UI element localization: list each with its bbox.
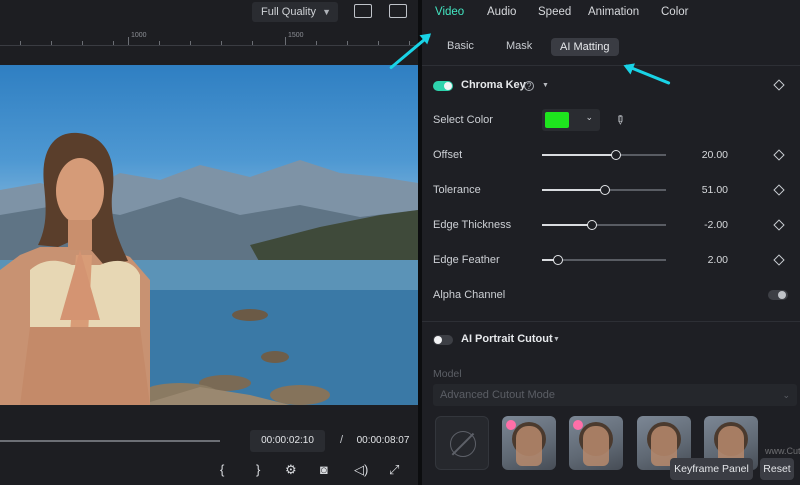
premium-badge-icon	[573, 420, 583, 430]
alpha-channel-label: Alpha Channel	[433, 289, 506, 301]
preview-toolbar: Full Quality ▼	[0, 0, 418, 28]
edge-feather-slider[interactable]	[542, 255, 666, 265]
ruler-tick	[82, 41, 83, 45]
keyframe-diamond-icon[interactable]	[773, 219, 785, 231]
tab-audio[interactable]: Audio	[487, 6, 516, 18]
premium-badge-icon	[506, 420, 516, 430]
grid-icon[interactable]	[354, 4, 372, 18]
tab-video[interactable]: Video	[435, 6, 464, 18]
watermark: www.Cutout.com	[765, 446, 800, 456]
ruler-tick	[378, 41, 379, 45]
ruler-tick	[221, 41, 222, 45]
camera-icon[interactable]: ◙	[320, 463, 328, 477]
ruler-tick	[113, 41, 114, 45]
edge-thickness-slider-handle[interactable]	[586, 220, 597, 230]
preview-panel: Full Quality ▼ 1000 1500 00:00:02:10 / 0…	[0, 0, 418, 485]
help-icon[interactable]: ?	[524, 81, 534, 91]
tab-animation[interactable]: Animation	[588, 6, 639, 18]
model-dropdown[interactable]: Advanced Cutout Mode ⌄	[433, 384, 797, 406]
tab-speed[interactable]: Speed	[538, 6, 571, 18]
keyframe-diamond-icon[interactable]	[773, 79, 785, 91]
subtab-basic[interactable]: Basic	[447, 40, 474, 52]
select-color-label: Select Color	[433, 114, 493, 126]
edge-thickness-value[interactable]: -2.00	[678, 219, 728, 231]
ruler-tick	[285, 37, 286, 45]
property-tabs: Video Audio Speed Animation Color	[422, 0, 800, 28]
volume-icon[interactable]: ◁)	[354, 463, 368, 477]
tolerance-value[interactable]: 51.00	[678, 184, 728, 196]
waveform-icon[interactable]	[389, 4, 407, 18]
total-time: 00:00:08:07	[356, 435, 410, 446]
quality-label: Full Quality	[261, 6, 317, 18]
section-divider	[422, 321, 800, 322]
portrait-thumbnail[interactable]	[502, 416, 556, 470]
model-value: Advanced Cutout Mode	[440, 389, 555, 401]
ruler-label: 1000	[131, 32, 147, 39]
offset-label: Offset	[433, 149, 463, 161]
chevron-down-icon: ⌄	[585, 112, 593, 122]
caret-down-icon[interactable]: ▼	[542, 82, 549, 89]
edge-feather-label: Edge Feather	[433, 254, 500, 266]
fullscreen-icon[interactable]: ⤢	[389, 463, 399, 477]
mark-in-button[interactable]: {	[220, 463, 224, 477]
mark-out-button[interactable]: }	[256, 463, 260, 477]
ruler-tick	[51, 41, 52, 45]
subtab-ai-matting[interactable]: AI Matting	[551, 38, 619, 56]
playback-progress-track[interactable]	[0, 440, 220, 442]
scene-illustration	[0, 132, 418, 405]
reset-button[interactable]: Reset	[760, 458, 794, 480]
ruler-label: 1500	[288, 32, 304, 39]
current-time: 00:00:02:10	[250, 430, 325, 452]
caret-down-icon[interactable]: ▼	[553, 336, 560, 343]
tolerance-slider-handle[interactable]	[600, 185, 611, 195]
keyframe-diamond-icon[interactable]	[773, 254, 785, 266]
tolerance-slider[interactable]	[542, 185, 666, 195]
keyframe-diamond-icon[interactable]	[773, 184, 785, 196]
ruler-tick	[20, 41, 21, 45]
tolerance-label: Tolerance	[433, 184, 481, 196]
ai-portrait-title: AI Portrait Cutout	[461, 333, 553, 345]
chevron-down-icon: ▼	[322, 7, 331, 17]
video-preview[interactable]	[0, 65, 418, 405]
edge-thickness-slider-fill	[542, 224, 592, 226]
settings-icon[interactable]: ⚙	[285, 463, 297, 477]
offset-slider-handle[interactable]	[611, 150, 622, 160]
keyframe-panel-button[interactable]: Keyframe Panel	[670, 458, 753, 480]
none-icon	[450, 431, 476, 457]
chroma-key-title: Chroma Key	[461, 79, 526, 91]
offset-slider-fill	[542, 154, 617, 156]
edge-thickness-slider[interactable]	[542, 220, 666, 230]
timeline-ruler: 1000 1500	[0, 30, 418, 46]
portrait-thumbnail[interactable]	[569, 416, 623, 470]
quality-dropdown[interactable]: Full Quality ▼	[252, 2, 338, 22]
chevron-down-icon: ⌄	[782, 390, 790, 400]
tab-color[interactable]: Color	[661, 6, 688, 18]
keyframe-diamond-icon[interactable]	[773, 149, 785, 161]
tolerance-slider-fill	[542, 189, 606, 191]
edge-thickness-label: Edge Thickness	[433, 219, 512, 231]
offset-slider[interactable]	[542, 150, 666, 160]
ruler-tick	[409, 41, 410, 45]
offset-value[interactable]: 20.00	[678, 149, 728, 161]
selected-color-chip	[545, 112, 569, 128]
no-effect-thumbnail[interactable]	[435, 416, 489, 470]
alpha-channel-toggle[interactable]	[768, 290, 788, 300]
time-separator: /	[340, 434, 344, 446]
ruler-tick	[347, 41, 348, 45]
ruler-tick	[252, 41, 253, 45]
chroma-key-toggle[interactable]	[433, 81, 453, 91]
ruler-tick	[159, 41, 160, 45]
color-picker-dropdown[interactable]: ⌄	[542, 109, 600, 131]
subtab-mask[interactable]: Mask	[506, 40, 532, 52]
video-subtabs: Basic Mask AI Matting	[422, 30, 800, 66]
eyedropper-icon[interactable]: ✎	[612, 111, 629, 128]
edge-feather-slider-handle[interactable]	[553, 255, 564, 265]
ruler-tick	[190, 41, 191, 45]
properties-panel: Video Audio Speed Animation Color Basic …	[422, 0, 800, 485]
model-label: Model	[433, 368, 462, 380]
ruler-tick	[128, 37, 129, 45]
ai-portrait-toggle[interactable]	[433, 335, 453, 345]
edge-feather-value[interactable]: 2.00	[678, 254, 728, 266]
ruler-tick	[316, 41, 317, 45]
